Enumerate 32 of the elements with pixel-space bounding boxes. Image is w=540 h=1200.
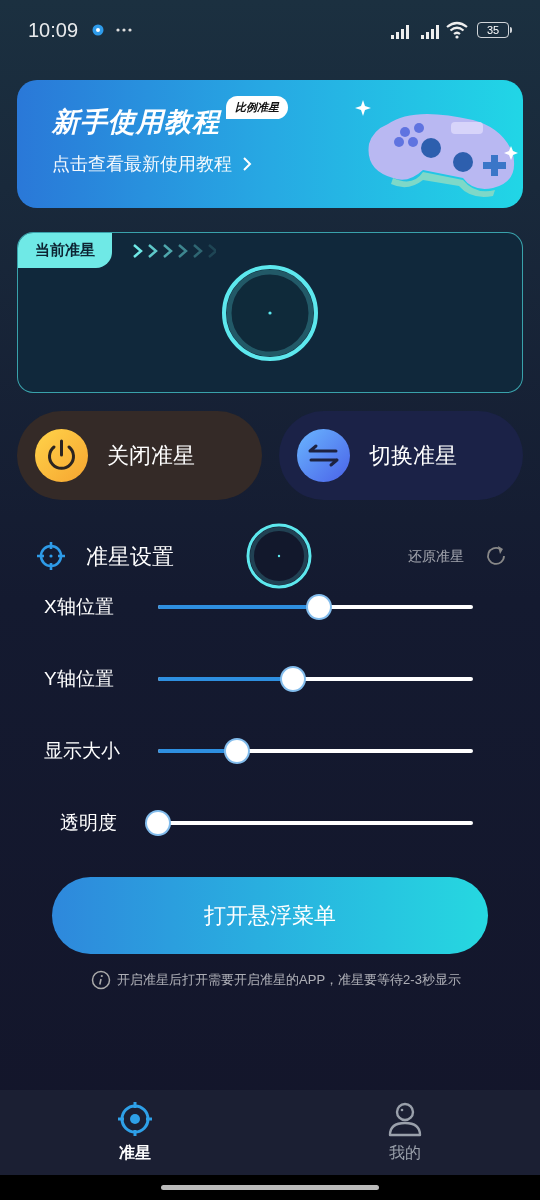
nav-tab[interactable]: 准星 [0, 1090, 270, 1175]
crosshair-icon [36, 541, 66, 571]
user-icon [387, 1100, 423, 1137]
chevrons-icon [132, 243, 216, 259]
hint-text: 开启准星后打开需要开启准星的APP，准星要等待2-3秒显示 [117, 971, 461, 990]
close-crosshair-button[interactable]: 关闭准星 [17, 411, 262, 500]
slider-label: X轴位置 [44, 594, 114, 619]
card-tab-label: 当前准星 [18, 233, 112, 268]
banner-title: 新手使用教程 [52, 106, 220, 139]
switch-crosshair-button[interactable]: 切换准星 [278, 411, 523, 500]
tutorial-banner[interactable]: 新手使用教程 比例准星 点击查看最新使用教程 [17, 80, 523, 208]
crosshair-preview-icon [245, 522, 313, 590]
chevron-right-icon [242, 157, 252, 171]
slider-label: 显示大小 [44, 738, 120, 763]
notification-dot-icon [92, 24, 105, 36]
slider-label: 透明度 [59, 810, 117, 835]
banner-subtitle: 点击查看最新使用教程 [52, 152, 232, 176]
battery-level: 35 [486, 24, 500, 36]
swap-arrows-icon [296, 429, 350, 482]
nav-tab[interactable]: 我的 [270, 1090, 540, 1175]
speech-bubble: 比例准星 [226, 96, 288, 119]
clock: 10:09 [28, 18, 79, 43]
crosshair-ring-icon [220, 263, 320, 363]
wifi-icon [445, 21, 469, 39]
slider-label: Y轴位置 [44, 666, 114, 691]
crosshair-icon [117, 1100, 153, 1137]
more-icon [116, 28, 133, 32]
reset-label[interactable]: 还原准星 [408, 545, 464, 567]
refresh-icon [484, 544, 508, 568]
info-icon [91, 970, 112, 990]
power-icon [35, 429, 88, 482]
settings-title: 准星设置 [86, 542, 174, 571]
